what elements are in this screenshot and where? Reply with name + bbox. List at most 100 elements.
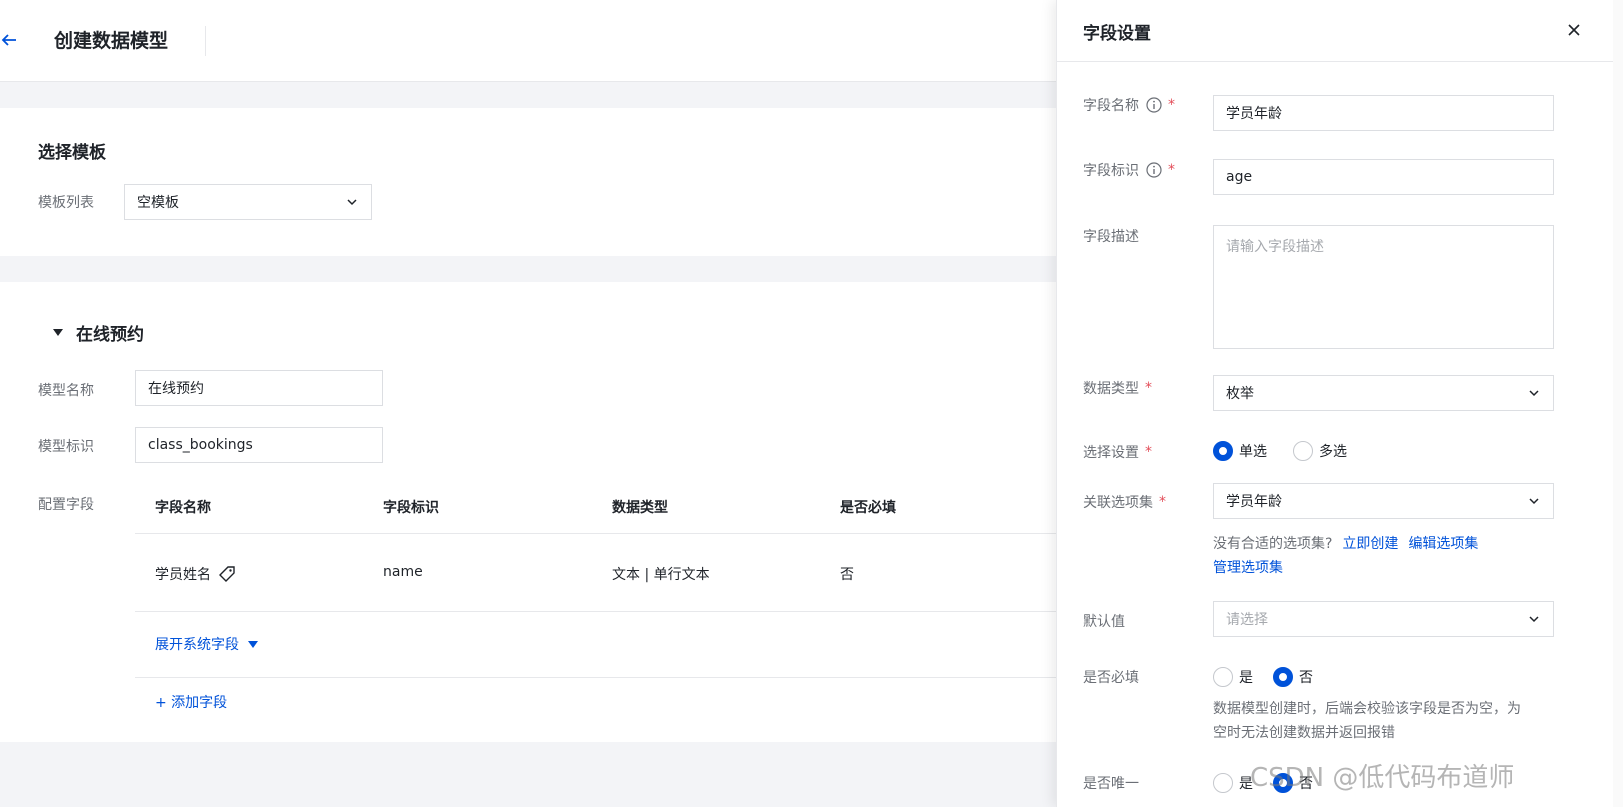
drawer-title: 字段设置 — [1083, 24, 1151, 44]
collapse-triangle-icon[interactable] — [52, 326, 64, 338]
data-type-value: 枚举 — [1226, 386, 1254, 402]
radio-single-label: 单选 — [1239, 444, 1267, 460]
template-list-label: 模板列表 — [38, 195, 94, 211]
tag-icon — [219, 566, 235, 582]
field-name-label-text: 字段名称 — [1083, 98, 1139, 114]
chevron-down-icon — [1529, 616, 1539, 623]
column-header: 数据类型 — [612, 500, 668, 516]
required-radio-group: 是 否 — [1213, 667, 1339, 687]
info-icon[interactable] — [1146, 97, 1162, 113]
default-value-select[interactable]: 请选择 — [1213, 601, 1554, 637]
template-section-title: 选择模板 — [38, 143, 106, 163]
required-hint: 数据模型创建时，后端会校验该字段是否为空，为 空时无法创建数据并返回报错 — [1213, 697, 1521, 745]
required-hint-line1: 数据模型创建时，后端会校验该字段是否为空，为 — [1213, 701, 1521, 717]
radio-unique-no[interactable]: 否 — [1273, 773, 1313, 793]
model-id-value: class_bookings — [148, 437, 253, 453]
back-arrow-icon[interactable] — [0, 28, 22, 52]
field-name-label: 字段名称 * — [1083, 95, 1175, 115]
model-section-title: 在线预约 — [76, 325, 144, 345]
field-name-input[interactable]: 学员年龄 — [1213, 95, 1554, 131]
chevron-down-icon — [347, 199, 357, 206]
info-icon[interactable] — [1146, 162, 1162, 178]
top-bar: 创建数据模型 — [0, 0, 1060, 82]
cell-required: 否 — [840, 567, 854, 583]
template-select[interactable]: 空模板 — [124, 184, 372, 220]
required-asterisk: * — [1168, 97, 1175, 113]
data-type-select[interactable]: 枚举 — [1213, 375, 1554, 411]
triangle-down-icon — [248, 641, 258, 648]
field-settings-drawer: 字段设置 字段名称 * 学员年龄 字段标识 * age 字段描述 请输入字段描述… — [1056, 0, 1623, 807]
select-setting-label: 选择设置 * — [1083, 442, 1152, 462]
radio-yes-label: 是 — [1239, 670, 1253, 686]
add-field-link[interactable]: + 添加字段 — [155, 692, 227, 712]
radio-multi[interactable]: 多选 — [1293, 441, 1347, 461]
select-setting-radio-group: 单选 多选 — [1213, 441, 1373, 461]
cell-field-id: name — [383, 564, 423, 580]
option-set-value: 学员年龄 — [1226, 494, 1282, 510]
table-row[interactable]: 学员姓名 name 文本 | 单行文本 否 — [135, 534, 1060, 612]
template-card: 选择模板 模板列表 空模板 — [0, 108, 1060, 256]
edit-option-set-link[interactable]: 编辑选项集 — [1408, 536, 1478, 552]
option-hint-text: 没有合适的选项集? — [1213, 536, 1333, 552]
add-row: + 添加字段 — [135, 678, 1060, 726]
cell-data-type: 文本 | 单行文本 — [612, 567, 710, 583]
field-id-value: age — [1226, 169, 1253, 185]
chevron-down-icon — [1529, 390, 1539, 397]
radio-checked-icon — [1273, 773, 1293, 793]
radio-checked-icon — [1213, 441, 1233, 461]
default-value-placeholder: 请选择 — [1226, 612, 1268, 628]
model-name-value: 在线预约 — [148, 381, 204, 397]
model-card: 在线预约 模型名称 在线预约 模型标识 class_bookings 配置字段 … — [0, 282, 1060, 742]
create-now-link[interactable]: 立即创建 — [1342, 536, 1398, 552]
field-id-label-text: 字段标识 — [1083, 163, 1139, 179]
field-name-text: 学员姓名 — [155, 567, 211, 583]
column-header: 字段标识 — [383, 500, 439, 516]
radio-unique-yes[interactable]: 是 — [1213, 773, 1253, 793]
unique-label: 是否唯一 — [1083, 776, 1139, 792]
expand-system-fields-link[interactable]: 展开系统字段 — [155, 634, 259, 654]
default-value-label: 默认值 — [1083, 614, 1125, 630]
option-set-hint: 没有合适的选项集? 立即创建 编辑选项集 管理选项集 — [1213, 532, 1478, 580]
field-desc-textarea[interactable]: 请输入字段描述 — [1213, 225, 1554, 349]
radio-multi-label: 多选 — [1319, 444, 1347, 460]
radio-yes-label: 是 — [1239, 776, 1253, 792]
option-set-label-text: 关联选项集 — [1083, 495, 1153, 511]
chevron-down-icon — [1529, 498, 1539, 505]
radio-no-label: 否 — [1299, 670, 1313, 686]
field-id-input[interactable]: age — [1213, 159, 1554, 195]
data-type-label: 数据类型 * — [1083, 378, 1152, 398]
radio-no-label: 否 — [1299, 776, 1313, 792]
field-id-label: 字段标识 * — [1083, 160, 1175, 180]
template-select-value: 空模板 — [137, 195, 179, 211]
option-set-label: 关联选项集 * — [1083, 492, 1166, 512]
expand-row: 展开系统字段 — [135, 612, 1060, 678]
option-set-select[interactable]: 学员年龄 — [1213, 483, 1554, 519]
required-asterisk: * — [1159, 494, 1166, 510]
select-setting-label-text: 选择设置 — [1083, 445, 1139, 461]
cell-field-name: 学员姓名 — [155, 564, 237, 584]
radio-required-yes[interactable]: 是 — [1213, 667, 1253, 687]
fields-label: 配置字段 — [38, 497, 94, 513]
drawer-header: 字段设置 — [1057, 0, 1623, 62]
required-hint-line2: 空时无法创建数据并返回报错 — [1213, 725, 1395, 741]
manage-option-set-link[interactable]: 管理选项集 — [1213, 560, 1283, 576]
scrollbar[interactable] — [1613, 0, 1623, 807]
radio-required-no[interactable]: 否 — [1273, 667, 1313, 687]
model-name-input[interactable]: 在线预约 — [135, 370, 383, 406]
page-title: 创建数据模型 — [54, 30, 169, 52]
radio-single[interactable]: 单选 — [1213, 441, 1267, 461]
close-icon[interactable] — [1565, 21, 1583, 39]
field-desc-placeholder: 请输入字段描述 — [1226, 239, 1324, 255]
title-divider — [205, 26, 206, 56]
data-type-label-text: 数据类型 — [1083, 381, 1139, 397]
required-asterisk: * — [1145, 444, 1152, 460]
expand-system-fields-text: 展开系统字段 — [155, 637, 239, 653]
model-id-input[interactable]: class_bookings — [135, 427, 383, 463]
table-header: 字段名称 字段标识 数据类型 是否必填 — [135, 478, 1060, 534]
radio-unchecked-icon — [1213, 667, 1233, 687]
column-header: 是否必填 — [840, 500, 896, 516]
fields-table: 字段名称 字段标识 数据类型 是否必填 学员姓名 name 文本 | 单行文本 … — [135, 478, 1060, 726]
main-page: 创建数据模型 选择模板 模板列表 空模板 在线预约 模型名称 在线预约 模型标识… — [0, 0, 1060, 807]
radio-unchecked-icon — [1213, 773, 1233, 793]
required-asterisk: * — [1145, 380, 1152, 396]
